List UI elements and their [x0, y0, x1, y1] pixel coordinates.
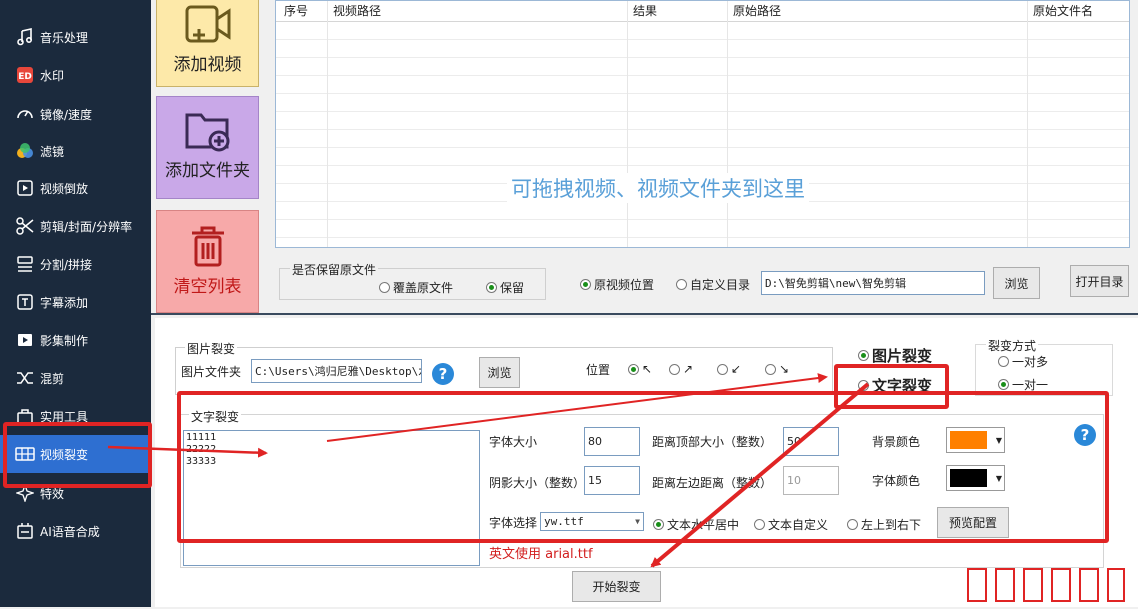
- annotation-glyph-box: [1023, 568, 1043, 602]
- annotation-glyph-box: [1051, 568, 1071, 602]
- arrow-to-start: [650, 382, 870, 568]
- annotation-glyph-box: [995, 568, 1015, 602]
- annotation-glyph-box: [967, 568, 987, 602]
- arrow-to-mode: [326, 373, 828, 442]
- annotation-arrows: [107, 373, 870, 568]
- arrow-sidebar: [107, 445, 268, 458]
- annotation-glyph-box: [1079, 568, 1099, 602]
- annotation-glyph-box: [1107, 568, 1125, 602]
